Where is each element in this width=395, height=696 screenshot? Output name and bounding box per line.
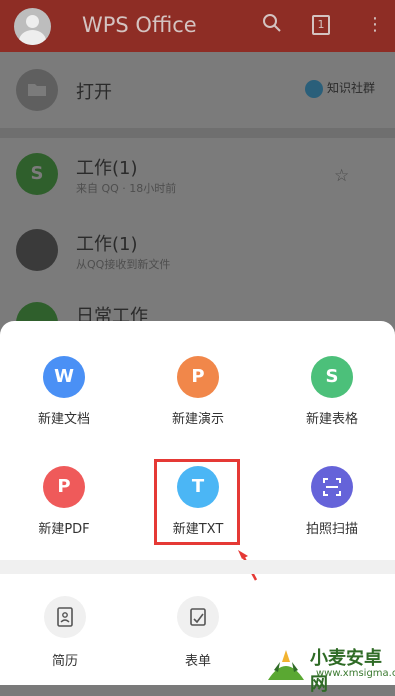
scan-photo-label: 拍照扫描 [305,522,358,537]
new-document-label: 新建文档 [37,412,90,427]
site-watermark: 小麦安卓网 www.xmsigma.com [264,642,395,695]
scan-icon [311,466,353,508]
knowledge-community[interactable]: 知识社群 [304,79,375,98]
search-icon[interactable] [262,13,282,33]
open-row[interactable]: 打开 知识社群 [0,52,395,128]
watermark-url: www.xmsigma.com [316,668,395,679]
folder-icon [16,69,58,111]
file-subtitle: 来自 QQ · 18小时前 [76,182,177,195]
avatar[interactable] [14,8,51,45]
spreadsheet-icon: S [311,356,353,398]
form-button[interactable]: 表单 [158,596,238,669]
resume-button[interactable]: 简历 [25,596,105,669]
watermark-logo-icon [268,650,304,680]
open-label: 打开 [76,82,112,103]
avatar-body [19,30,46,45]
resume-label: 简历 [51,654,78,669]
app-header: WPS Office 1 ⋮ [0,0,395,52]
file-title: 工作(1) [76,234,138,255]
new-pdf-button[interactable]: P 新建PDF [4,466,124,537]
new-presentation-label: 新建演示 [171,412,224,427]
sheet-file-icon: S [16,153,58,195]
avatar-head [26,15,39,28]
new-document-button[interactable]: W 新建文档 [4,356,124,427]
window-count-icon[interactable]: 1 [312,15,330,35]
file-title: 工作(1) [76,158,138,179]
highlight-box [154,459,240,545]
list-item[interactable]: 工作(1) 从QQ接收到新文件 [0,214,395,290]
file-subtitle: 从QQ接收到新文件 [76,258,171,271]
form-icon [177,596,219,638]
resume-icon [44,596,86,638]
unknown-file-icon [16,229,58,271]
form-label: 表单 [184,654,211,669]
more-icon[interactable]: ⋮ [366,13,384,37]
list-divider [0,128,395,138]
new-spreadsheet-label: 新建表格 [305,412,358,427]
community-label: 知识社群 [326,81,375,95]
section-divider [0,560,395,574]
new-presentation-button[interactable]: P 新建演示 [138,356,258,427]
lightning-icon [304,79,323,98]
star-icon[interactable]: ☆ [334,166,349,186]
app-title: WPS Office [82,13,197,37]
word-icon: W [43,356,85,398]
scan-photo-button[interactable]: 拍照扫描 [272,466,392,537]
new-pdf-label: 新建PDF [38,522,90,537]
presentation-icon: P [177,356,219,398]
new-spreadsheet-button[interactable]: S 新建表格 [272,356,392,427]
list-item[interactable]: S 工作(1) 来自 QQ · 18小时前 ☆ [0,138,395,214]
pdf-icon: P [43,466,85,508]
